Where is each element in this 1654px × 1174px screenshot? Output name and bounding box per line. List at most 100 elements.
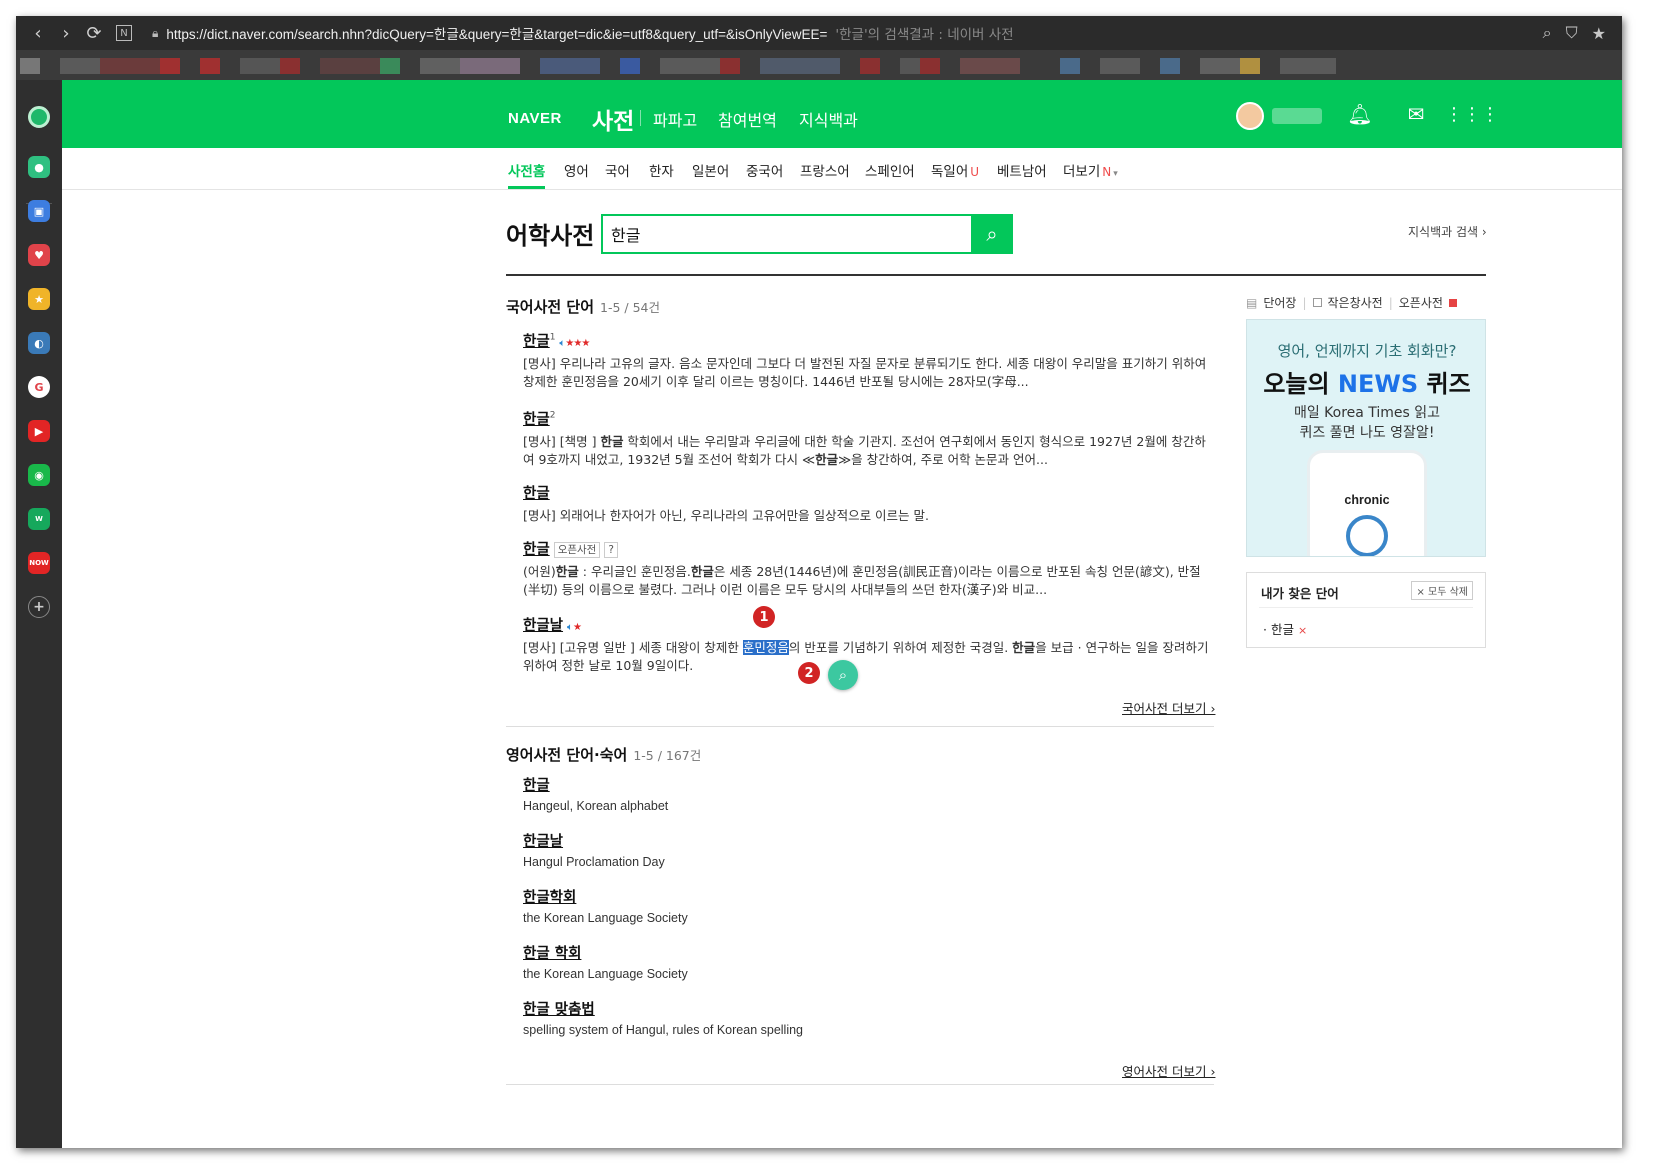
- tab-french[interactable]: 프랑스어: [800, 160, 850, 180]
- bookmark-item[interactable]: [280, 58, 300, 74]
- small-window-link[interactable]: 작은창사전: [1328, 294, 1383, 311]
- bookmark-item[interactable]: [320, 58, 380, 74]
- entry-word[interactable]: 한글: [523, 486, 550, 502]
- tab-english[interactable]: 영어: [564, 160, 589, 180]
- header-link-papago[interactable]: 파파고: [653, 107, 697, 131]
- recent-word-label[interactable]: · 한글: [1263, 622, 1294, 637]
- url-text[interactable]: https://dict.naver.com/search.nhn?dicQue…: [166, 23, 827, 43]
- add-app-icon[interactable]: +: [28, 596, 50, 618]
- naver-logo[interactable]: NAVER: [508, 110, 562, 127]
- bookmark-item[interactable]: [20, 58, 40, 74]
- star-icon[interactable]: ★: [1592, 24, 1606, 43]
- bookmark-item[interactable]: [620, 58, 640, 74]
- tab-dictionary-home[interactable]: 사전홈: [508, 160, 545, 180]
- search-input[interactable]: [611, 222, 961, 246]
- now-app-icon[interactable]: NOW: [28, 552, 50, 574]
- bookmark-item[interactable]: [1200, 58, 1240, 74]
- pocket-app-icon[interactable]: ♥: [28, 244, 50, 266]
- news-quiz-ad[interactable]: 영어, 언제까지 기초 회화만? 오늘의 NEWS 퀴즈 매일 Korea Ti…: [1246, 319, 1486, 557]
- bookmark-item[interactable]: [960, 58, 1020, 74]
- bookmark-item[interactable]: [760, 58, 840, 74]
- english-more-link[interactable]: 영어사전 더보기 ›: [1122, 1061, 1215, 1080]
- tab-more[interactable]: 더보기 N ▾: [1063, 160, 1118, 180]
- bookmark-item[interactable]: [100, 58, 160, 74]
- delete-all-button[interactable]: × 모두 삭제: [1411, 581, 1473, 600]
- entry-word[interactable]: 한글날: [523, 618, 563, 634]
- bookmark-item[interactable]: [540, 58, 600, 74]
- header-link-encyclopedia[interactable]: 지식백과: [799, 107, 858, 131]
- briefcase-app-icon[interactable]: ▣: [28, 200, 50, 222]
- bookmark-item[interactable]: [420, 58, 460, 74]
- page-title-text: '한글'의 검색결과 : 네이버 사전: [835, 27, 1014, 43]
- avatar[interactable]: [1236, 102, 1264, 130]
- bookmark-item[interactable]: [1240, 58, 1260, 74]
- tab-german[interactable]: 독일어 U: [931, 160, 979, 180]
- help-badge[interactable]: ?: [604, 541, 618, 558]
- mail-icon[interactable]: ✉: [1402, 100, 1430, 128]
- bookmark-item[interactable]: [720, 58, 740, 74]
- forward-icon[interactable]: ›: [52, 19, 80, 47]
- bookmark-item[interactable]: [160, 58, 180, 74]
- entry-word[interactable]: 한글: [523, 334, 550, 350]
- remove-word-icon[interactable]: ×: [1298, 624, 1307, 637]
- tab-japanese[interactable]: 일본어: [692, 160, 729, 180]
- encyclopedia-search-link[interactable]: 지식백과 검색 ›: [1408, 223, 1487, 240]
- bookmark-item[interactable]: [200, 58, 220, 74]
- entry-word[interactable]: 한글학회: [523, 890, 576, 906]
- tab-korean[interactable]: 국어: [605, 160, 630, 180]
- bookmark-item[interactable]: [460, 58, 520, 74]
- zoom-icon[interactable]: ⌕: [1543, 23, 1552, 43]
- shield-icon[interactable]: ⛉: [1566, 23, 1578, 43]
- entry-definition: [명사] 우리나라 고유의 글자. 음소 문자인데 그보다 더 발전된 자질 문…: [523, 356, 1207, 389]
- korean-more-link[interactable]: 국어사전 더보기 ›: [1122, 698, 1215, 717]
- back-icon[interactable]: ‹: [24, 19, 52, 47]
- highlighted-selection[interactable]: 훈민정음: [742, 640, 789, 655]
- bookmark-item[interactable]: [860, 58, 880, 74]
- entry-word[interactable]: 한글: [523, 778, 550, 794]
- star-app-icon[interactable]: ★: [28, 288, 50, 310]
- entry-word[interactable]: 한글 학회: [523, 946, 581, 962]
- bookmark-item[interactable]: [900, 58, 920, 74]
- globe-app-icon[interactable]: ◐: [28, 332, 50, 354]
- youtube-app-icon[interactable]: ▶: [28, 420, 50, 442]
- open-dictionary-link[interactable]: 오픈사전: [1399, 294, 1443, 311]
- address-bar[interactable]: 🔒︎ https://dict.naver.com/search.nhn?dic…: [152, 16, 1014, 50]
- bookmark-item[interactable]: [1100, 58, 1140, 74]
- bookmark-item[interactable]: [240, 58, 280, 74]
- tab-chinese[interactable]: 중국어: [746, 160, 783, 180]
- bookmark-item[interactable]: [1060, 58, 1080, 74]
- dictionary-lookup-icon[interactable]: ⌕: [828, 660, 858, 690]
- search-button[interactable]: ⌕: [971, 214, 1013, 254]
- entry-word[interactable]: 한글 맞춤법: [523, 1002, 595, 1018]
- webtoon-app-icon[interactable]: W: [28, 508, 50, 530]
- tab-hanja[interactable]: 한자: [649, 160, 674, 180]
- tab-spanish[interactable]: 스페인어: [865, 160, 915, 180]
- notification-app-icon[interactable]: ●: [28, 156, 50, 178]
- google-app-icon[interactable]: G: [28, 376, 50, 398]
- naver-home-icon[interactable]: N: [116, 25, 132, 41]
- bookmark-item[interactable]: [60, 58, 100, 74]
- bookmark-item[interactable]: [660, 58, 720, 74]
- entry-word[interactable]: 한글: [523, 542, 550, 558]
- open-dictionary-badge[interactable]: 오픈사전: [553, 541, 601, 558]
- reload-icon[interactable]: ⟳: [80, 19, 108, 47]
- entry-word[interactable]: 한글날: [523, 834, 563, 850]
- apps-grid-icon[interactable]: ⋮⋮⋮: [1445, 100, 1499, 128]
- whale-home-icon[interactable]: [28, 106, 50, 128]
- header-link-translation[interactable]: 참여번역: [718, 107, 777, 131]
- recent-word-item[interactable]: · 한글 ×: [1263, 619, 1307, 638]
- tab-vietnamese[interactable]: 베트남어: [997, 160, 1047, 180]
- list-item: 한글2 [명사] [책명 ] 한글 학회에서 내는 우리말과 우리글에 대한 학…: [523, 408, 1213, 469]
- entry-word[interactable]: 한글: [523, 412, 550, 428]
- bookmark-item[interactable]: [380, 58, 400, 74]
- user-name-blurred[interactable]: [1272, 108, 1322, 124]
- bookmark-item[interactable]: [920, 58, 940, 74]
- bell-icon[interactable]: 🔔︎: [1346, 100, 1374, 128]
- right-utility-links: ▤ 단어장 | 작은창사전 | 오픈사전: [1246, 294, 1457, 311]
- bookmark-item[interactable]: [1160, 58, 1180, 74]
- wordbook-link[interactable]: 단어장: [1263, 294, 1296, 311]
- dictionary-title[interactable]: 사전: [592, 102, 634, 136]
- line-app-icon[interactable]: ◉: [28, 464, 50, 486]
- bookmark-item[interactable]: [1280, 58, 1336, 74]
- small-window-checkbox[interactable]: [1312, 298, 1322, 307]
